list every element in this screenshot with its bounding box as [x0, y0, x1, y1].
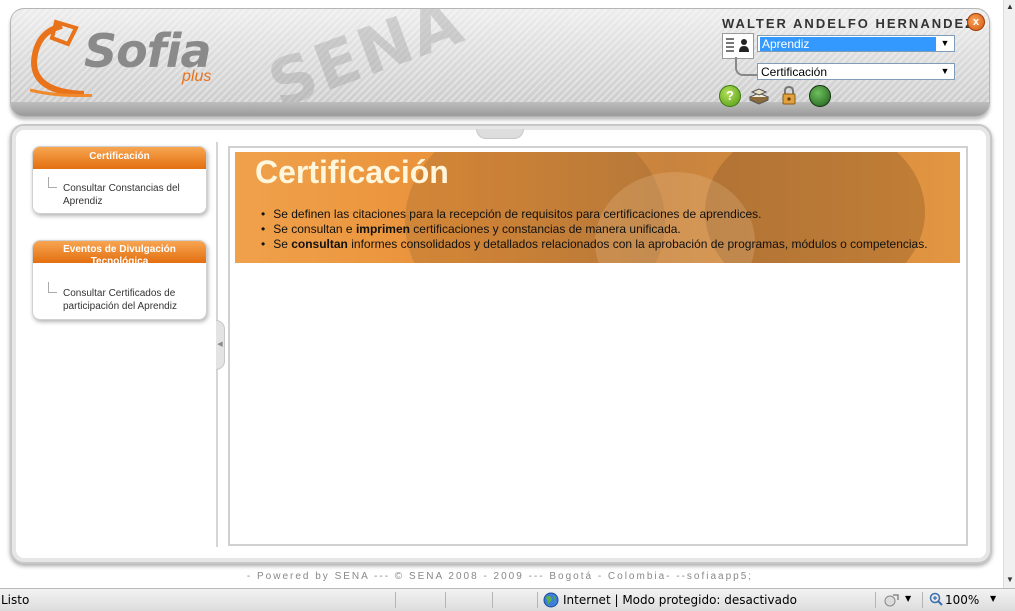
banner-bullet: Se consultan informes consolidados y det…: [261, 237, 927, 252]
security-zone-text: Internet | Modo protegido: desactivado: [563, 593, 797, 607]
role-select[interactable]: Aprendiz ▼: [757, 35, 955, 52]
chevron-down-icon[interactable]: ▼: [938, 37, 952, 50]
sofia-plus-logo: Sofia plus: [22, 14, 242, 104]
help-icon[interactable]: ?: [719, 85, 741, 107]
banner-title: Certificación: [255, 154, 449, 190]
power-icon[interactable]: [809, 85, 831, 107]
menu-item-label[interactable]: Consultar Constancias del Aprendiz: [63, 183, 180, 207]
menu-box-certificacion: Certificación Consultar Constancias del …: [32, 146, 207, 214]
menu-item-consultar-certificados[interactable]: Consultar Certificados de participación …: [33, 263, 206, 319]
tree-branch-icon: [48, 177, 57, 188]
banner-bullet: Se definen las citaciones para la recepc…: [261, 207, 928, 222]
menu-item-label[interactable]: Consultar Certificados de participación …: [63, 288, 177, 312]
header-band: [11, 102, 989, 116]
collapse-header-handle[interactable]: [476, 129, 524, 139]
browser-status-bar: Listo Internet | Modo protegido: desacti…: [0, 588, 1015, 611]
scroll-down-icon[interactable]: ▼: [1006, 575, 1014, 584]
protected-mode-icon[interactable]: [884, 592, 900, 608]
banner-bullet: Se consultan e imprimen certificaciones …: [261, 222, 928, 237]
tree-branch-icon: [48, 282, 57, 293]
logo-swoosh-icon: [29, 19, 92, 98]
chevron-down-icon[interactable]: ▼: [905, 594, 911, 603]
footer-credits: - Powered by SENA --- © SENA 2008 - 2009…: [246, 571, 754, 582]
books-icon[interactable]: [749, 85, 769, 105]
menu-box-eventos: Eventos de Divulgación Tecnológica Consu…: [32, 240, 207, 320]
role-select-value: Aprendiz: [760, 37, 936, 51]
menu-item-consultar-constancias[interactable]: Consultar Constancias del Aprendiz: [33, 169, 206, 213]
chevron-down-icon[interactable]: ▼: [938, 65, 952, 78]
zoom-icon[interactable]: [929, 592, 943, 606]
banner-bullet-list: Se definen las citaciones para la recepc…: [261, 207, 928, 252]
chevron-down-icon[interactable]: ▼: [990, 594, 996, 603]
person-icon: [739, 39, 749, 52]
logo-plus: plus: [182, 68, 212, 85]
scroll-up-icon[interactable]: ▲: [1006, 2, 1014, 11]
menu-title[interactable]: Eventos de Divulgación Tecnológica: [33, 241, 206, 263]
zoom-level[interactable]: 100%: [945, 593, 979, 607]
menu-title[interactable]: Certificación: [33, 147, 206, 169]
vertical-scrollbar[interactable]: ▲ ▼: [1003, 0, 1015, 588]
certificacion-banner: Certificación Se definen las citaciones …: [235, 152, 960, 263]
close-session-button[interactable]: x: [967, 13, 985, 31]
module-select[interactable]: Certificación ▼: [757, 63, 955, 80]
status-text: Listo: [1, 593, 30, 607]
lock-icon[interactable]: [779, 85, 799, 105]
user-name: WALTER ANDELFO HERNANDEZ: [722, 16, 976, 31]
user-card-icon: [722, 33, 754, 59]
globe-icon: [543, 592, 559, 608]
collapse-sidebar-handle[interactable]: ◀: [216, 320, 225, 370]
module-select-value: Certificación: [761, 65, 828, 79]
selector-connector: [735, 57, 757, 76]
